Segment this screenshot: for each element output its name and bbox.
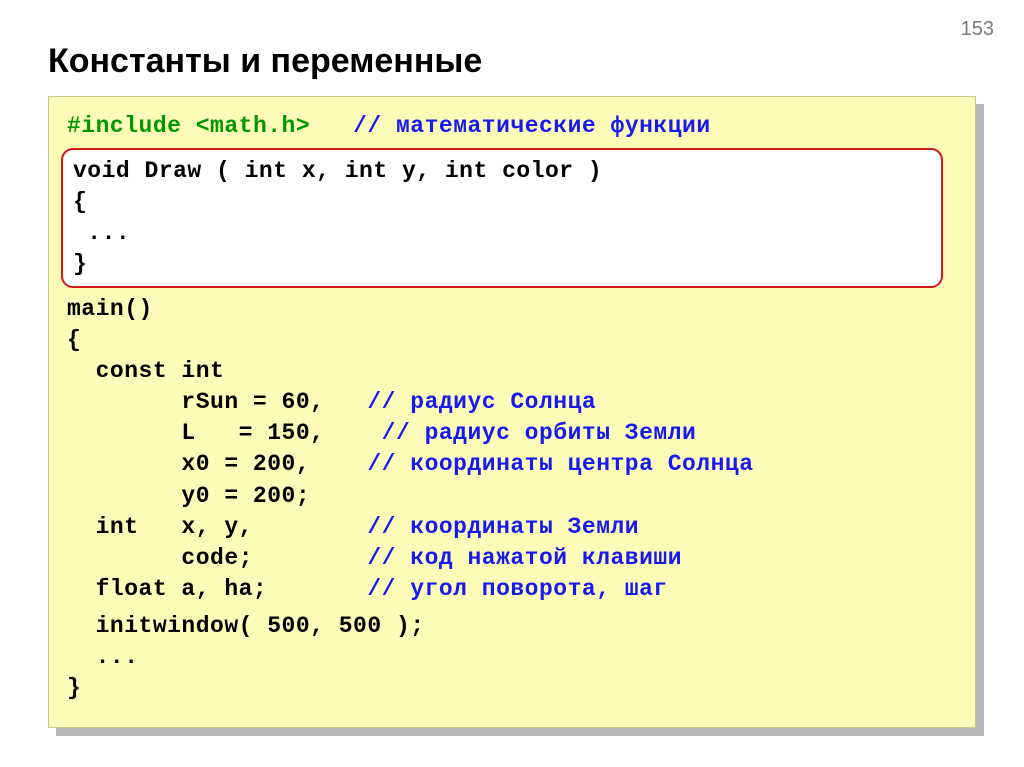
draw-function-box: void Draw ( int x, int y, int color ) { … <box>61 148 943 288</box>
draw-brace-close: } <box>73 249 931 280</box>
main-brace-open: { <box>67 325 957 356</box>
draw-brace-open: { <box>73 187 931 218</box>
const-int-line: const int <box>67 356 957 387</box>
include-pad <box>310 113 353 139</box>
initwindow-line: initwindow( 500, 500 ); <box>67 611 957 642</box>
L-comment: // радиус орбиты Земли <box>382 420 697 446</box>
x0-line: x0 = 200, // координаты центра Солнца <box>67 449 957 480</box>
code-var-line: code; // код нажатой клавиши <box>67 543 957 574</box>
main-brace-close: } <box>67 673 957 704</box>
page-number: 153 <box>961 18 994 41</box>
include-keyword: #include <box>67 113 196 139</box>
L-line: L = 150, // радиус орбиты Земли <box>67 418 957 449</box>
include-line: #include <math.h> // математические функ… <box>67 111 957 142</box>
draw-ellipsis: ... <box>73 218 931 249</box>
code-container: #include <math.h> // математические функ… <box>48 96 976 728</box>
page-title: Константы и переменные <box>48 42 482 81</box>
draw-signature: void Draw ( int x, int y, int color ) <box>73 156 931 187</box>
code-block: #include <math.h> // математические функ… <box>48 96 976 728</box>
main-ellipsis: ... <box>67 642 957 673</box>
include-header: <math.h> <box>196 113 310 139</box>
code-var-comment: // код нажатой клавиши <box>367 545 682 571</box>
rsun-comment: // радиус Солнца <box>367 389 596 415</box>
rsun-line: rSun = 60, // радиус Солнца <box>67 387 957 418</box>
float-line: float a, ha; // угол поворота, шаг <box>67 574 957 605</box>
int-line: int x, y, // координаты Земли <box>67 512 957 543</box>
y0-line: y0 = 200; <box>67 481 957 512</box>
int-comment: // координаты Земли <box>367 514 639 540</box>
include-comment: // математические функции <box>353 113 711 139</box>
x0-comment: // координаты центра Солнца <box>367 451 753 477</box>
float-comment: // угол поворота, шаг <box>367 576 667 602</box>
main-signature: main() <box>67 294 957 325</box>
